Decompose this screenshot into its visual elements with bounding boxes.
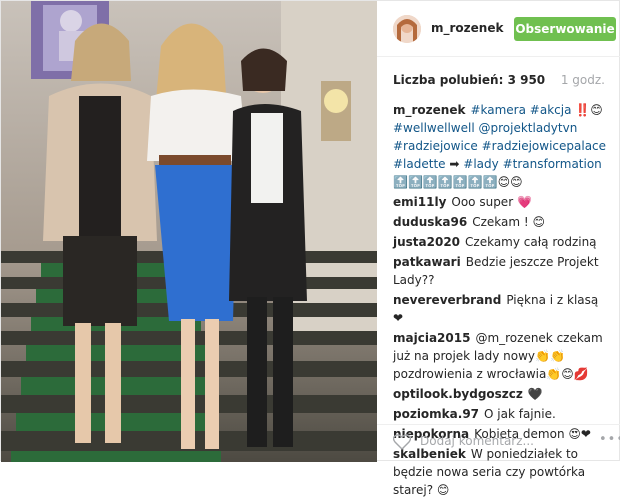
post-photo [1, 1, 377, 462]
hashtag[interactable]: #radziejowicepalace [482, 139, 606, 153]
comment: optilook.bydgoszcz 🖤 [393, 385, 607, 403]
emoji-text: 🔝🔝🔝🔝🔝🔝🔝😊😊 [393, 175, 523, 189]
post-sidebar: m_rozenek Obserwowanie Liczba polubień: … [377, 1, 620, 497]
likes-count[interactable]: Liczba polubień: 3 950 [393, 73, 545, 87]
arrow-emoji: ➡ [449, 157, 460, 171]
comment-text: Czekamy całą rodziną [465, 235, 597, 249]
comment-author[interactable]: poziomka.97 [393, 407, 479, 421]
add-comment-input[interactable]: Dodaj komentarz... [420, 434, 534, 448]
comment: patkawari Bedzie jeszcze Projekt Lady?? [393, 253, 607, 289]
comment: duduska96 Czekam ! 😊 [393, 213, 607, 231]
follow-button[interactable]: Obserwowanie [514, 17, 616, 41]
hashtag[interactable]: #radziejowice [393, 139, 478, 153]
mention[interactable]: @projektladytvn [478, 121, 577, 135]
comment: nevereverbrand Piękna i z klasą❤ [393, 291, 607, 327]
hashtag[interactable]: #akcja [530, 103, 572, 117]
hashtag[interactable]: #transformation [503, 157, 602, 171]
comment: justa2020 Czekamy całą rodziną [393, 233, 607, 251]
comment-text: O jak fajnie. [484, 407, 556, 421]
more-options-icon[interactable]: ••• [599, 432, 620, 447]
post-time[interactable]: 1 godz. [561, 73, 605, 87]
comment-text: 🖤 [527, 387, 543, 401]
comment-footer: Dodaj komentarz... ••• [377, 424, 620, 462]
comment-text: Czekam ! 😊 [472, 215, 545, 229]
hashtag[interactable]: #lady [463, 157, 498, 171]
comment: majcia2015 @m_rozenek czekam już na proje… [393, 329, 607, 383]
post-header: m_rozenek Obserwowanie [377, 1, 620, 57]
heart-icon[interactable] [392, 434, 412, 450]
emoji-text: ‼️😊 [575, 103, 603, 117]
instagram-post-modal: m_rozenek Obserwowanie Liczba polubień: … [0, 0, 620, 497]
comment-author[interactable]: nevereverbrand [393, 293, 501, 307]
comment-text: Ooo super 💗 [451, 195, 532, 209]
username[interactable]: m_rozenek [431, 21, 503, 35]
post-stats: Liczba polubień: 3 950 1 godz. [393, 73, 605, 87]
comment-author[interactable]: optilook.bydgoszcz [393, 387, 523, 401]
hashtag[interactable]: #wellwellwell [393, 121, 475, 135]
avatar[interactable] [393, 15, 421, 43]
comment-author[interactable]: duduska96 [393, 215, 467, 229]
comment-author[interactable]: emi11ly [393, 195, 446, 209]
comment-author[interactable]: patkawari [393, 255, 461, 269]
comment-author[interactable]: justa2020 [393, 235, 460, 249]
comment: emi11ly Ooo super 💗 [393, 193, 607, 211]
caption: m_rozenek #kamera #akcja ‼️😊 #wellwellwel… [393, 101, 607, 191]
comment: poziomka.97 O jak fajnie. [393, 405, 607, 423]
hashtag[interactable]: #kamera [470, 103, 526, 117]
comment-author[interactable]: majcia2015 [393, 331, 470, 345]
caption-author[interactable]: m_rozenek [393, 103, 465, 117]
hashtag[interactable]: #ladette [393, 157, 446, 171]
